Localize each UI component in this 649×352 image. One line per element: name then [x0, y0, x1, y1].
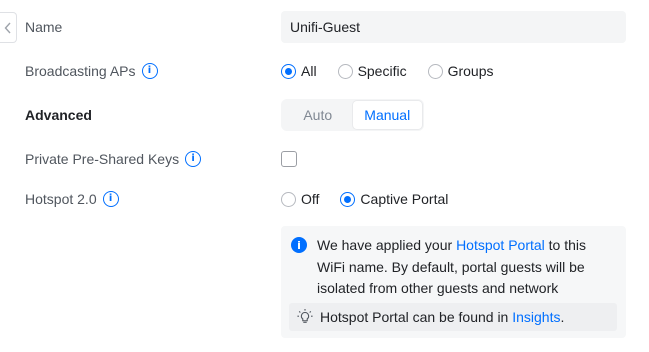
- advanced-label: Advanced: [25, 107, 92, 123]
- radio-button[interactable]: [340, 191, 356, 207]
- radio-label: Groups: [447, 63, 494, 79]
- radio-button[interactable]: [337, 63, 353, 79]
- radio-option-captive-portal[interactable]: Captive Portal: [340, 191, 448, 207]
- radio-label: Specific: [357, 63, 407, 79]
- radio-option-off[interactable]: Off: [281, 191, 319, 207]
- insights-tip: Hotspot Portal can be found in Insights.: [289, 303, 617, 331]
- info-filled-icon: i: [291, 237, 307, 253]
- tip-text-pre: Hotspot Portal can be found in: [320, 309, 513, 325]
- tip-text-post: .: [560, 309, 565, 325]
- radio-option-specific[interactable]: Specific: [337, 63, 407, 79]
- radio-button[interactable]: [281, 191, 296, 207]
- radio-label: Captive Portal: [360, 191, 449, 207]
- info-icon[interactable]: i: [102, 191, 119, 207]
- notice-text-pre: We have applied your: [317, 237, 457, 253]
- advanced-manual-button[interactable]: Manual: [352, 101, 422, 129]
- tip-text: Hotspot Portal can be found in Insights.: [320, 309, 564, 325]
- broadcasting-aps-label-text: Broadcasting APs: [25, 63, 136, 79]
- hotspot-label-text: Hotspot 2.0: [25, 191, 97, 207]
- hotspot-label: Hotspot 2.0 i: [25, 191, 119, 207]
- name-input[interactable]: [281, 11, 626, 43]
- lightbulb-icon: [297, 309, 313, 323]
- broadcasting-aps-label: Broadcasting APs i: [25, 63, 158, 79]
- advanced-auto-button[interactable]: Auto: [283, 101, 353, 129]
- ppsk-label-text: Private Pre-Shared Keys: [25, 151, 180, 167]
- radio-option-groups[interactable]: Groups: [427, 63, 494, 79]
- radio-button[interactable]: [281, 63, 296, 79]
- advanced-mode-toggle: Auto Manual: [281, 99, 424, 131]
- hotspot-radio-group: Off Captive Portal: [281, 191, 469, 207]
- chevron-left-icon: [4, 22, 11, 33]
- radio-label: Off: [301, 191, 320, 207]
- ppsk-checkbox[interactable]: [281, 151, 297, 167]
- collapse-panel-button[interactable]: [0, 12, 17, 43]
- radio-label: All: [301, 63, 317, 79]
- radio-button[interactable]: [427, 63, 443, 79]
- advanced-label-text: Advanced: [25, 107, 92, 123]
- info-icon[interactable]: i: [141, 63, 158, 79]
- info-icon[interactable]: i: [185, 151, 202, 167]
- insights-link[interactable]: Insights: [512, 309, 560, 325]
- ppsk-label: Private Pre-Shared Keys i: [25, 151, 202, 167]
- radio-option-all[interactable]: All: [281, 63, 317, 79]
- hotspot-portal-notice: i We have applied your Hotspot Portal to…: [281, 226, 626, 338]
- name-label-text: Name: [25, 19, 63, 35]
- broadcasting-aps-radio-group: All Specific Groups: [281, 63, 515, 79]
- name-label: Name: [25, 19, 62, 35]
- hotspot-portal-link[interactable]: Hotspot Portal: [456, 237, 545, 253]
